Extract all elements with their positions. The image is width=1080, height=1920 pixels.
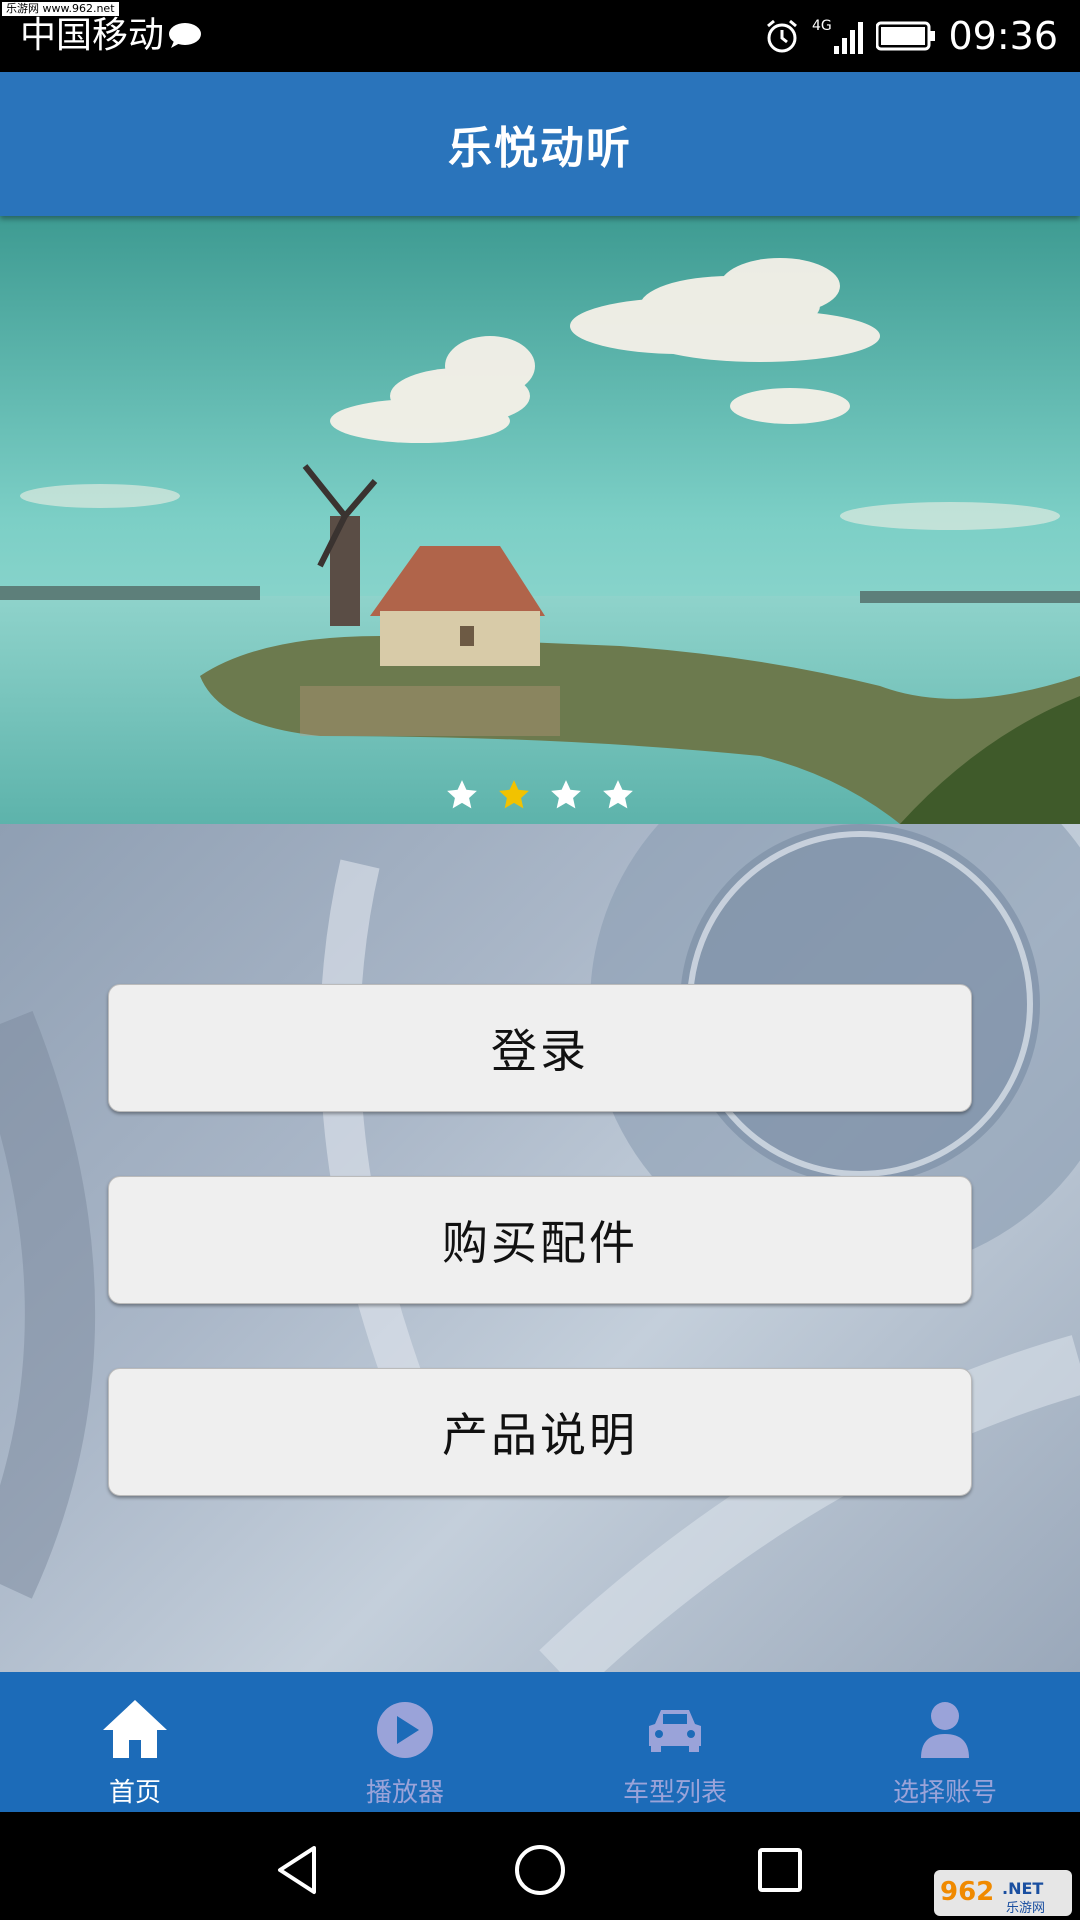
logo-suffix: .NET	[1002, 1879, 1043, 1898]
carrier-name: 中国移动	[20, 15, 165, 56]
nav-item-car-models[interactable]: 车型列表	[540, 1672, 810, 1812]
site-logo: 962 .NET 乐游网	[934, 1870, 1072, 1916]
buy-parts-button[interactable]: 购买配件	[108, 1176, 972, 1304]
star-icon[interactable]	[549, 778, 583, 812]
login-button[interactable]: 登录	[108, 984, 972, 1112]
network-type: 4G	[812, 18, 832, 34]
user-icon	[921, 1702, 969, 1758]
app-title: 乐悦动听	[448, 123, 632, 174]
home-icon	[103, 1700, 167, 1758]
home-circle-icon[interactable]	[512, 1842, 568, 1898]
back-icon[interactable]	[270, 1842, 326, 1898]
bottom-nav: 首页 播放器 车型列表 选择账号	[0, 1672, 1080, 1812]
status-bar: 乐游网 www.962.net 中国移动 4G 09:36	[0, 0, 1080, 72]
banner-image	[0, 216, 1080, 824]
main-panel: 登录 购买配件 产品说明	[0, 824, 1080, 1672]
nav-item-player[interactable]: 播放器	[270, 1672, 540, 1812]
car-icon	[649, 1710, 701, 1752]
logo-brand: 962	[940, 1877, 994, 1907]
play-icon	[377, 1702, 433, 1758]
recents-icon[interactable]	[752, 1842, 808, 1898]
signal-icon: 4G	[812, 18, 864, 54]
chat-icon	[169, 23, 201, 48]
logo-subtitle: 乐游网	[1006, 1901, 1045, 1916]
clock: 09:36	[948, 14, 1058, 58]
nav-label: 选择账号	[892, 1778, 997, 1808]
nav-label: 播放器	[365, 1778, 444, 1808]
nav-label: 首页	[108, 1778, 161, 1808]
star-icon-active[interactable]	[497, 778, 531, 812]
star-icon[interactable]	[601, 778, 635, 812]
banner-carousel[interactable]	[0, 216, 1080, 824]
title-bar: 乐悦动听	[0, 72, 1080, 216]
nav-label: 车型列表	[622, 1778, 727, 1808]
battery-icon	[876, 21, 936, 51]
alarm-icon	[767, 19, 798, 53]
star-icon[interactable]	[445, 778, 479, 812]
nav-item-home[interactable]: 首页	[0, 1672, 270, 1812]
system-nav-bar: 962 .NET 乐游网	[0, 1812, 1080, 1920]
nav-item-select-account[interactable]: 选择账号	[810, 1672, 1080, 1812]
product-info-button[interactable]: 产品说明	[108, 1368, 972, 1496]
carousel-indicator	[0, 778, 1080, 812]
